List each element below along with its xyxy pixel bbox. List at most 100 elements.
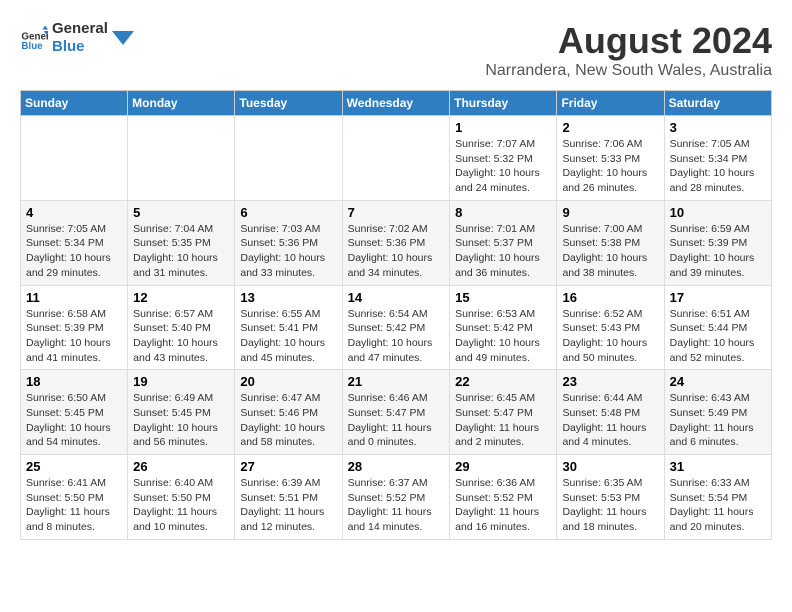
day-number: 25 [26,459,122,474]
logo: General Blue General Blue [20,20,134,56]
calendar-cell: 22 Sunrise: 6:45 AM Sunset: 5:47 PM Dayli… [450,370,557,455]
day-info: Sunrise: 6:47 AM Sunset: 5:46 PM Dayligh… [240,391,336,450]
day-info: Sunrise: 6:33 AM Sunset: 5:54 PM Dayligh… [670,476,766,535]
calendar-cell: 4Sunrise: 7:05 AM Sunset: 5:34 PM Daylig… [21,200,128,285]
weekday-header-row: SundayMondayTuesdayWednesdayThursdayFrid… [21,91,772,116]
month-year-title: August 2024 [485,20,772,62]
calendar-cell: 7 Sunrise: 7:02 AM Sunset: 5:36 PM Daylig… [342,200,450,285]
calendar-cell: 30Sunrise: 6:35 AM Sunset: 5:53 PM Dayli… [557,455,664,540]
day-number: 17 [670,290,766,305]
day-info: Sunrise: 6:41 AM Sunset: 5:50 PM Dayligh… [26,476,122,535]
day-info: Sunrise: 7:00 AM Sunset: 5:38 PM Dayligh… [562,222,658,281]
calendar-cell: 20 Sunrise: 6:47 AM Sunset: 5:46 PM Dayli… [235,370,342,455]
calendar-cell [342,116,450,201]
day-number: 11 [26,290,122,305]
day-number: 4 [26,205,122,220]
header-sunday: Sunday [21,91,128,116]
calendar-cell: 13Sunrise: 6:55 AM Sunset: 5:41 PM Dayli… [235,285,342,370]
day-number: 26 [133,459,229,474]
day-number: 2 [562,120,658,135]
location-subtitle: Narrandera, New South Wales, Australia [485,62,772,80]
week-row-5: 25 Sunrise: 6:41 AM Sunset: 5:50 PM Dayli… [21,455,772,540]
day-number: 12 [133,290,229,305]
calendar-cell: 18Sunrise: 6:50 AM Sunset: 5:45 PM Dayli… [21,370,128,455]
day-number: 6 [240,205,336,220]
day-info: Sunrise: 6:57 AM Sunset: 5:40 PM Dayligh… [133,307,229,366]
day-number: 22 [455,374,551,389]
svg-text:Blue: Blue [21,41,43,52]
calendar-cell: 9 Sunrise: 7:00 AM Sunset: 5:38 PM Daylig… [557,200,664,285]
header-friday: Friday [557,91,664,116]
day-info: Sunrise: 7:05 AM Sunset: 5:34 PM Dayligh… [670,137,766,196]
day-number: 28 [348,459,445,474]
calendar-cell: 8 Sunrise: 7:01 AM Sunset: 5:37 PM Daylig… [450,200,557,285]
calendar-cell: 14 Sunrise: 6:54 AM Sunset: 5:42 PM Dayli… [342,285,450,370]
header-monday: Monday [128,91,235,116]
day-number: 21 [348,374,445,389]
calendar-cell [235,116,342,201]
day-info: Sunrise: 6:43 AM Sunset: 5:49 PM Dayligh… [670,391,766,450]
calendar-cell: 10Sunrise: 6:59 AM Sunset: 5:39 PM Dayli… [664,200,771,285]
calendar-cell: 31 Sunrise: 6:33 AM Sunset: 5:54 PM Dayli… [664,455,771,540]
day-number: 19 [133,374,229,389]
day-info: Sunrise: 6:53 AM Sunset: 5:42 PM Dayligh… [455,307,551,366]
calendar-cell [21,116,128,201]
header-thursday: Thursday [450,91,557,116]
day-number: 27 [240,459,336,474]
header-wednesday: Wednesday [342,91,450,116]
day-number: 24 [670,374,766,389]
calendar-cell: 29Sunrise: 6:36 AM Sunset: 5:52 PM Dayli… [450,455,557,540]
day-number: 31 [670,459,766,474]
day-info: Sunrise: 7:06 AM Sunset: 5:33 PM Dayligh… [562,137,658,196]
day-info: Sunrise: 6:45 AM Sunset: 5:47 PM Dayligh… [455,391,551,450]
day-info: Sunrise: 6:37 AM Sunset: 5:52 PM Dayligh… [348,476,445,535]
week-row-2: 4Sunrise: 7:05 AM Sunset: 5:34 PM Daylig… [21,200,772,285]
day-number: 20 [240,374,336,389]
day-info: Sunrise: 6:49 AM Sunset: 5:45 PM Dayligh… [133,391,229,450]
logo-blue: Blue [52,38,108,56]
calendar-cell: 23Sunrise: 6:44 AM Sunset: 5:48 PM Dayli… [557,370,664,455]
calendar-cell: 16Sunrise: 6:52 AM Sunset: 5:43 PM Dayli… [557,285,664,370]
day-number: 16 [562,290,658,305]
day-number: 1 [455,120,551,135]
day-info: Sunrise: 7:01 AM Sunset: 5:37 PM Dayligh… [455,222,551,281]
calendar-cell: 1Sunrise: 7:07 AM Sunset: 5:32 PM Daylig… [450,116,557,201]
day-number: 18 [26,374,122,389]
day-number: 30 [562,459,658,474]
day-info: Sunrise: 6:39 AM Sunset: 5:51 PM Dayligh… [240,476,336,535]
calendar-cell [128,116,235,201]
day-number: 7 [348,205,445,220]
day-number: 5 [133,205,229,220]
calendar-cell: 25 Sunrise: 6:41 AM Sunset: 5:50 PM Dayli… [21,455,128,540]
calendar-cell: 19 Sunrise: 6:49 AM Sunset: 5:45 PM Dayli… [128,370,235,455]
calendar-cell: 15 Sunrise: 6:53 AM Sunset: 5:42 PM Dayli… [450,285,557,370]
calendar-cell: 6Sunrise: 7:03 AM Sunset: 5:36 PM Daylig… [235,200,342,285]
calendar-cell: 27 Sunrise: 6:39 AM Sunset: 5:51 PM Dayli… [235,455,342,540]
day-info: Sunrise: 6:54 AM Sunset: 5:42 PM Dayligh… [348,307,445,366]
calendar-cell: 3Sunrise: 7:05 AM Sunset: 5:34 PM Daylig… [664,116,771,201]
day-info: Sunrise: 7:02 AM Sunset: 5:36 PM Dayligh… [348,222,445,281]
calendar-cell: 17 Sunrise: 6:51 AM Sunset: 5:44 PM Dayli… [664,285,771,370]
calendar-cell: 2 Sunrise: 7:06 AM Sunset: 5:33 PM Daylig… [557,116,664,201]
day-number: 13 [240,290,336,305]
page-header: General Blue General Blue August 2024 Na… [20,20,772,80]
day-number: 14 [348,290,445,305]
day-number: 8 [455,205,551,220]
logo-general: General [52,20,108,38]
day-info: Sunrise: 6:51 AM Sunset: 5:44 PM Dayligh… [670,307,766,366]
calendar-table: SundayMondayTuesdayWednesdayThursdayFrid… [20,90,772,540]
calendar-cell: 24 Sunrise: 6:43 AM Sunset: 5:49 PM Dayli… [664,370,771,455]
calendar-cell: 28 Sunrise: 6:37 AM Sunset: 5:52 PM Dayli… [342,455,450,540]
day-number: 15 [455,290,551,305]
calendar-cell: 12 Sunrise: 6:57 AM Sunset: 5:40 PM Dayli… [128,285,235,370]
logo-arrow-icon [112,27,134,49]
day-info: Sunrise: 6:58 AM Sunset: 5:39 PM Dayligh… [26,307,122,366]
day-info: Sunrise: 6:59 AM Sunset: 5:39 PM Dayligh… [670,222,766,281]
title-section: August 2024 Narrandera, New South Wales,… [485,20,772,80]
header-saturday: Saturday [664,91,771,116]
calendar-cell: 11 Sunrise: 6:58 AM Sunset: 5:39 PM Dayli… [21,285,128,370]
header-tuesday: Tuesday [235,91,342,116]
calendar-cell: 26Sunrise: 6:40 AM Sunset: 5:50 PM Dayli… [128,455,235,540]
day-number: 9 [562,205,658,220]
week-row-1: 1Sunrise: 7:07 AM Sunset: 5:32 PM Daylig… [21,116,772,201]
